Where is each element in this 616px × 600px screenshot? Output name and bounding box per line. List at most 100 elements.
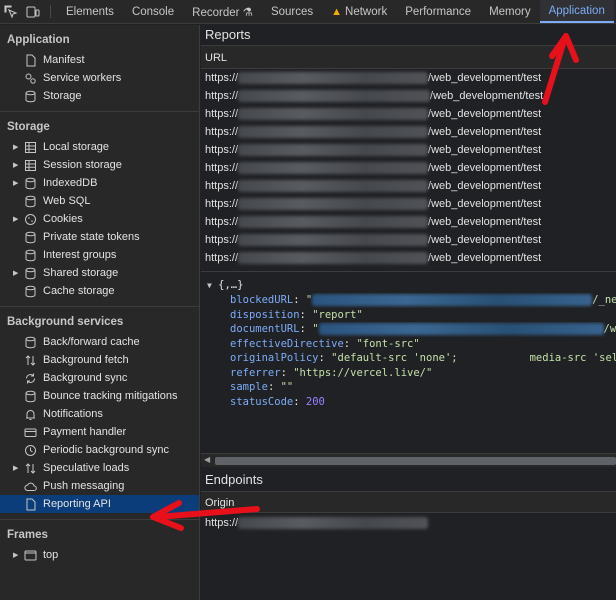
sidebar-item-frame-top[interactable]: ▶ top	[0, 546, 199, 564]
sidebar-item-label: Web SQL	[43, 195, 91, 207]
report-url-prefix: https://	[205, 72, 239, 84]
object-toggle[interactable]: ▼ {,…}	[201, 278, 616, 293]
inspect-element-icon[interactable]	[0, 0, 22, 23]
horizontal-scrollbar[interactable]: ◀	[201, 453, 616, 467]
tab-console[interactable]: Console	[123, 0, 183, 23]
report-details: ▼ {,…} blockedURL: "/_ne disposition: "r…	[201, 271, 616, 451]
sidebar-item-periodic-background-sync[interactable]: Periodic background sync	[0, 441, 199, 459]
sidebar-item-background-sync[interactable]: Background sync	[0, 369, 199, 387]
redacted-value	[318, 323, 604, 335]
sidebar-section-background-services: Background services Back/forward cache B…	[0, 307, 199, 520]
prop-value: 200	[305, 395, 325, 408]
device-toolbar-icon[interactable]	[22, 0, 44, 23]
prop-status-code: statusCode: 200	[230, 395, 325, 408]
report-row[interactable]: https:// /web_development/test	[201, 249, 616, 267]
sidebar-item-label: IndexedDB	[43, 177, 98, 189]
sidebar-item-bounce-tracking[interactable]: Bounce tracking mitigations	[0, 387, 199, 405]
scrollbar-thumb[interactable]	[215, 457, 616, 465]
tab-sources[interactable]: Sources	[262, 0, 322, 23]
tab-performance[interactable]: Performance	[396, 0, 480, 23]
tab-application[interactable]: Application	[539, 0, 614, 23]
sidebar-item-manifest[interactable]: Manifest	[0, 51, 199, 69]
warning-icon: ▲	[331, 5, 343, 18]
report-row[interactable]: https:// /web_development/test	[201, 213, 616, 231]
sidebar-item-label: Bounce tracking mitigations	[43, 390, 178, 402]
endpoint-row[interactable]: https://	[201, 513, 616, 533]
redacted-host	[238, 162, 429, 175]
tab-recorder[interactable]: Recorder ⚗	[183, 0, 262, 23]
redacted-host	[238, 144, 429, 157]
sidebar-item-label: Speculative loads	[43, 462, 130, 474]
credit-card-icon	[23, 425, 37, 439]
sidebar-item-label: Reporting API	[43, 498, 111, 510]
expand-arrow-icon[interactable]: ▶	[13, 464, 23, 472]
cloud-icon	[23, 479, 37, 493]
redacted-host	[238, 252, 429, 265]
report-row[interactable]: https:// /web_development/test	[201, 87, 616, 105]
sidebar-item-interest-groups[interactable]: Interest groups	[0, 246, 199, 264]
report-row[interactable]: https:// /web_development/test	[201, 177, 616, 195]
sidebar-item-service-workers[interactable]: Service workers	[0, 69, 199, 87]
endpoints-title: Endpoints	[205, 472, 263, 487]
sidebar-item-speculative-loads[interactable]: ▶ Speculative loads	[0, 459, 199, 477]
sidebar-item-cache-storage[interactable]: Cache storage	[0, 282, 199, 300]
prop-effective-directive: effectiveDirective: "font-src"	[230, 337, 420, 350]
expand-arrow-icon[interactable]: ▶	[13, 161, 23, 169]
prop-value-tail: media-src 'self';	[529, 352, 616, 364]
expand-arrow-icon[interactable]: ▶	[13, 215, 23, 223]
prop-value: "font-src"	[356, 337, 420, 350]
sidebar-item-web-sql[interactable]: Web SQL	[0, 192, 199, 210]
reports-table: https:// /web_development/test https:// /we…	[201, 69, 616, 267]
sidebar-item-label: Private state tokens	[43, 231, 140, 243]
sidebar-item-label: Local storage	[43, 141, 110, 153]
endpoints-section: Endpoints Origin https://	[201, 469, 616, 533]
expand-arrow-icon[interactable]: ▶	[13, 269, 23, 277]
report-url-prefix: https://	[205, 252, 239, 264]
expand-arrow-icon[interactable]: ▶	[13, 143, 23, 151]
sidebar-item-notifications[interactable]: Notifications	[0, 405, 199, 423]
sidebar-item-reporting-api[interactable]: Reporting API	[0, 495, 199, 513]
tab-network[interactable]: ▲ Network	[322, 0, 396, 23]
report-row[interactable]: https:// /web_development/test	[201, 159, 616, 177]
report-row[interactable]: https:// /web_development/test	[201, 231, 616, 249]
report-row[interactable]: https:// /web_development/test	[201, 69, 616, 87]
prop-value-suffix: /we	[603, 323, 616, 335]
sidebar-item-push-messaging[interactable]: Push messaging	[0, 477, 199, 495]
sidebar-section-application: Application Manifest Service workers Sto…	[0, 25, 199, 112]
expand-arrow-icon[interactable]: ▶	[13, 179, 23, 187]
report-row[interactable]: https:// /web_development/test	[201, 105, 616, 123]
prop-key: referrer	[230, 366, 281, 379]
sidebar-item-label: Cache storage	[43, 285, 115, 297]
scroll-left-icon[interactable]: ◀	[204, 455, 210, 464]
up-down-arrows-icon	[23, 353, 37, 367]
endpoints-column-origin[interactable]: Origin	[201, 491, 616, 513]
database-icon	[23, 89, 37, 103]
sidebar-item-indexeddb[interactable]: ▶ IndexedDB	[0, 174, 199, 192]
sidebar-item-cookies[interactable]: ▶ Cookies	[0, 210, 199, 228]
section-title: Background services	[7, 316, 124, 328]
sidebar-item-label: Manifest	[43, 54, 85, 66]
tab-elements[interactable]: Elements	[57, 0, 123, 23]
sidebar-item-local-storage[interactable]: ▶ Local storage	[0, 138, 199, 156]
prop-value: "default-src 'none';	[331, 352, 458, 364]
sidebar-item-background-fetch[interactable]: Background fetch	[0, 351, 199, 369]
prop-value: "report"	[312, 308, 363, 321]
report-url-prefix: https://	[205, 126, 239, 138]
sidebar-item-back-forward-cache[interactable]: Back/forward cache	[0, 333, 199, 351]
report-row[interactable]: https:// /web_development/test	[201, 195, 616, 213]
file-icon	[23, 53, 37, 67]
expand-arrow-icon[interactable]: ▶	[13, 551, 23, 559]
reports-column-url[interactable]: URL	[201, 45, 616, 69]
sidebar-item-shared-storage[interactable]: ▶ Shared storage	[0, 264, 199, 282]
report-row[interactable]: https:// /web_development/test	[201, 123, 616, 141]
sidebar-item-storage[interactable]: Storage	[0, 87, 199, 105]
sidebar-item-label: Session storage	[43, 159, 122, 171]
sidebar-item-label: top	[43, 549, 59, 561]
redacted-host	[238, 72, 429, 85]
report-row[interactable]: https:// /web_development/test	[201, 141, 616, 159]
sidebar-item-private-state-tokens[interactable]: Private state tokens	[0, 228, 199, 246]
tab-memory[interactable]: Memory	[480, 0, 540, 23]
sidebar-item-session-storage[interactable]: ▶ Session storage	[0, 156, 199, 174]
sidebar-item-label: Service workers	[43, 72, 122, 84]
sidebar-item-payment-handler[interactable]: Payment handler	[0, 423, 199, 441]
